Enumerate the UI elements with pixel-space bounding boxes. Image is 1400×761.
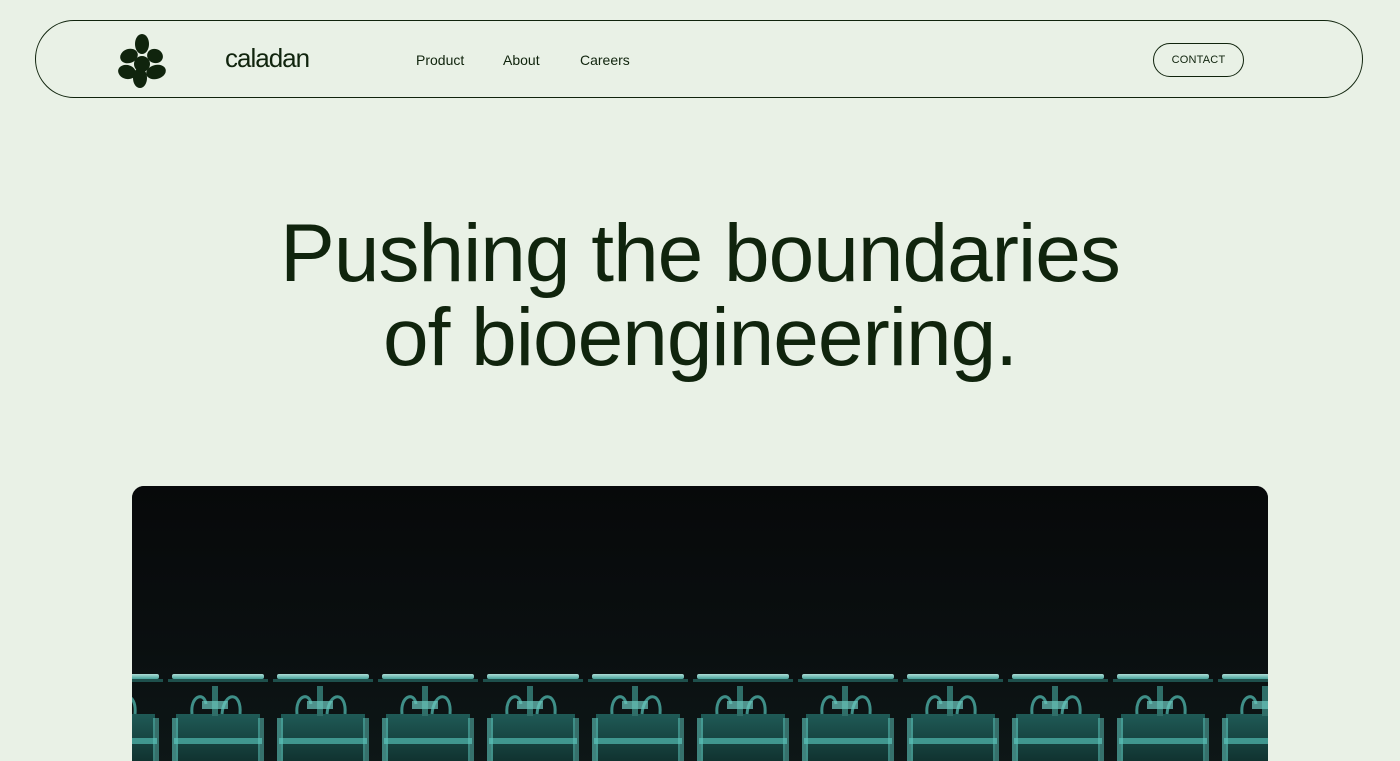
nav-link-about[interactable]: About — [503, 52, 540, 68]
hero-heading-line-1: Pushing the boundaries — [280, 208, 1121, 299]
contact-button[interactable]: CONTACT — [1153, 43, 1244, 77]
page: caladan Product About Careers CONTACT Pu… — [0, 0, 1400, 761]
hero-heading-line-2: of bioengineering. — [383, 292, 1018, 383]
top-navbar: caladan Product About Careers CONTACT — [35, 20, 1363, 98]
lab-equipment-photo — [132, 486, 1268, 761]
hero-heading: Pushing the boundaries of bioengineering… — [0, 212, 1400, 380]
nav-link-careers[interactable]: Careers — [580, 52, 630, 68]
hero-image — [132, 486, 1268, 761]
clover-logo-icon[interactable] — [116, 33, 168, 89]
brand-wordmark[interactable]: caladan — [225, 43, 310, 74]
nav-link-product[interactable]: Product — [416, 52, 464, 68]
